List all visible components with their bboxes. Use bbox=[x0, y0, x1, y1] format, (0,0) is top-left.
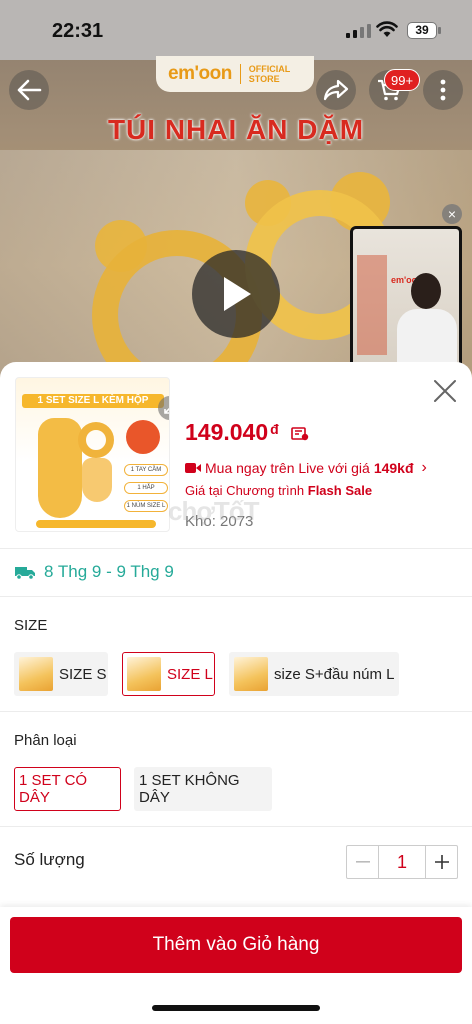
flash-sale-label: Flash Sale bbox=[307, 483, 373, 498]
image-mesh-shape bbox=[82, 458, 112, 502]
add-to-cart-button[interactable]: Thêm vào Giỏ hàng bbox=[10, 917, 462, 973]
quantity-increase-button[interactable] bbox=[425, 846, 457, 878]
quantity-stepper: 1 bbox=[346, 845, 458, 879]
shipping-dates: 8 Thg 9 - 9 Thg 9 bbox=[44, 562, 174, 581]
size-option-l[interactable]: SIZE L bbox=[122, 652, 215, 696]
image-tag: 1 TAY CẦM bbox=[124, 464, 168, 476]
brand-tag-line1: OFFICIAL bbox=[248, 64, 291, 74]
arrow-left-icon bbox=[17, 79, 42, 101]
variant-option-with-strap[interactable]: 1 SET CÓ DÂY bbox=[14, 767, 121, 811]
expand-arrows-icon bbox=[164, 407, 169, 414]
option-thumbnail bbox=[19, 657, 53, 691]
shipping-estimate[interactable]: 8 Thg 9 - 9 Thg 9 bbox=[14, 562, 174, 582]
wifi-icon bbox=[376, 21, 398, 37]
size-label: SIZE bbox=[14, 617, 48, 634]
option-label: SIZE L bbox=[167, 665, 213, 683]
expand-icon[interactable] bbox=[158, 396, 169, 420]
close-live-preview-button[interactable]: × bbox=[442, 204, 462, 224]
brand-tag: OFFICIAL STORE bbox=[249, 64, 291, 84]
image-footer-band bbox=[36, 520, 156, 528]
status-time: 22:31 bbox=[52, 20, 104, 42]
minus-icon bbox=[355, 861, 370, 863]
size-option-s-nipple-l[interactable]: size S+đầu núm L bbox=[229, 652, 399, 696]
quantity-label: Số lượng bbox=[14, 850, 85, 869]
live-stream-preview[interactable]: em'oon bbox=[350, 226, 462, 380]
banner-title: TÚI NHAI ĂN DẶM bbox=[107, 114, 365, 145]
live-price: 149kđ bbox=[373, 460, 414, 476]
image-fruit-shape bbox=[126, 420, 160, 454]
quantity-decrease-button[interactable] bbox=[347, 846, 379, 878]
image-ring-shape bbox=[78, 422, 114, 458]
live-shelf bbox=[357, 255, 387, 355]
cellular-signal-icon bbox=[346, 24, 371, 38]
brand-name: em'oon bbox=[168, 63, 232, 84]
cart-count-badge: 99+ bbox=[384, 69, 421, 91]
close-icon[interactable] bbox=[432, 378, 458, 404]
price-tag-icon bbox=[291, 427, 309, 441]
back-button[interactable] bbox=[9, 70, 49, 110]
bottom-action-bar: Thêm vào Giỏ hàng bbox=[0, 907, 472, 1024]
option-label: 1 SET KHÔNG DÂY bbox=[139, 772, 240, 806]
price-value: 149.040 bbox=[185, 419, 269, 445]
live-text: Mua ngay trên Live với giá bbox=[205, 460, 370, 476]
share-button[interactable] bbox=[316, 70, 356, 110]
option-label: SIZE S bbox=[59, 665, 107, 683]
more-vertical-icon bbox=[440, 79, 446, 101]
divider bbox=[0, 711, 472, 712]
battery-icon: 39 bbox=[407, 22, 437, 39]
brand-badge: em'oon OFFICIAL STORE bbox=[156, 56, 314, 92]
live-host bbox=[411, 273, 441, 309]
product-price: 149.040 đ bbox=[185, 419, 279, 446]
quantity-value[interactable]: 1 bbox=[379, 846, 425, 878]
status-bar: 22:31 39 bbox=[0, 0, 472, 60]
brand-tag-line2: STORE bbox=[248, 74, 280, 84]
divider bbox=[0, 596, 472, 597]
image-tag: 1 NÚM SIZE L bbox=[124, 500, 168, 512]
brand-separator bbox=[239, 64, 241, 84]
size-option-s[interactable]: SIZE S bbox=[14, 652, 108, 696]
option-label: size S+đầu núm L bbox=[274, 665, 395, 683]
variant-sheet: 1 SET SIZE L KÈM HỘP 1 TAY CẦM 1 HẮP 1 N… bbox=[0, 362, 472, 1024]
play-icon bbox=[224, 277, 251, 311]
delivery-truck-icon bbox=[15, 567, 35, 580]
live-price-link[interactable]: Mua ngay trên Live với giá 149kđ › bbox=[185, 459, 427, 477]
plus-icon bbox=[434, 855, 449, 869]
option-thumbnail bbox=[234, 657, 268, 691]
watermark: chợTốT bbox=[168, 496, 259, 526]
variant-option-without-strap[interactable]: 1 SET KHÔNG DÂY bbox=[134, 767, 272, 811]
chevron-right-icon: › bbox=[421, 459, 427, 476]
price-currency: đ bbox=[270, 421, 279, 437]
video-camera-icon bbox=[185, 463, 201, 473]
variant-label: Phân loại bbox=[14, 732, 77, 749]
share-icon bbox=[323, 79, 349, 101]
divider bbox=[0, 548, 472, 549]
option-thumbnail bbox=[127, 657, 161, 691]
image-tag: 1 HẮP bbox=[124, 482, 168, 494]
image-banner: 1 SET SIZE L KÈM HỘP bbox=[22, 394, 164, 408]
home-indicator bbox=[152, 1005, 320, 1011]
divider bbox=[0, 826, 472, 827]
image-container-shape bbox=[38, 418, 82, 518]
product-thumbnail[interactable]: 1 SET SIZE L KÈM HỘP 1 TAY CẦM 1 HẮP 1 N… bbox=[15, 377, 170, 532]
play-video-button[interactable] bbox=[192, 250, 280, 338]
option-label: 1 SET CÓ DÂY bbox=[19, 772, 88, 806]
more-button[interactable] bbox=[423, 70, 463, 110]
battery-cap bbox=[438, 27, 441, 34]
